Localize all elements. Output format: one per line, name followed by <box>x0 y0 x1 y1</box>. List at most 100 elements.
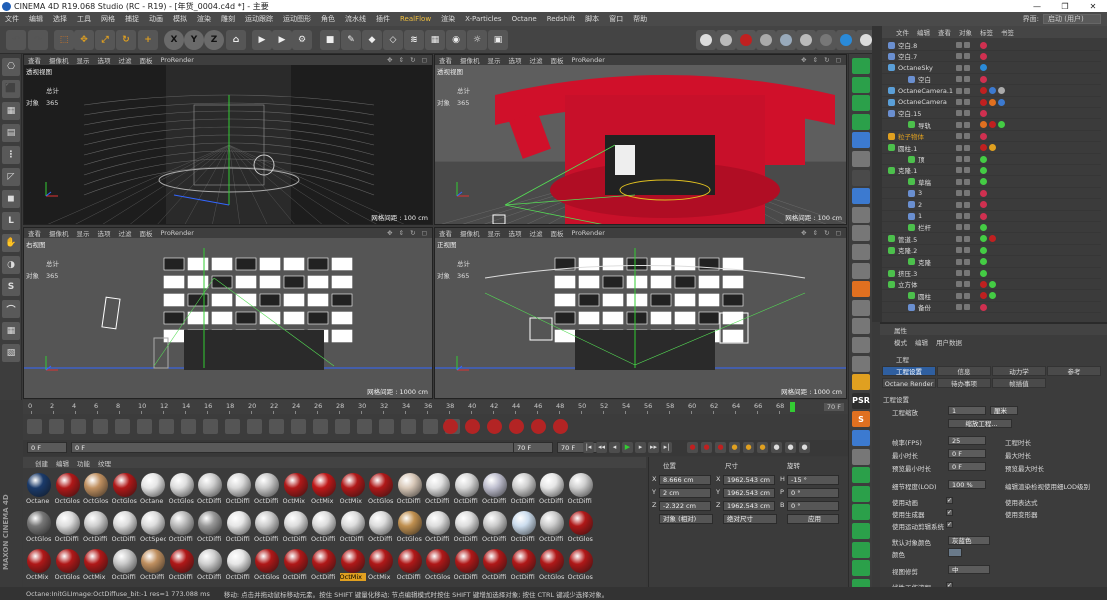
attribute-menu-item[interactable]: 模式 <box>894 337 907 347</box>
viewport-menu-item[interactable]: 显示 <box>488 228 501 238</box>
material-swatch[interactable]: OctDiffi <box>311 511 337 547</box>
material-swatch[interactable]: Octane <box>26 473 52 509</box>
object-row[interactable]: 空白 <box>882 74 1101 86</box>
layout-dropdown[interactable]: 启动 (用户) <box>1043 14 1101 24</box>
attribute-tab[interactable]: Octane Render <box>882 378 936 388</box>
render-visibility-dot[interactable] <box>964 281 970 288</box>
menu-item[interactable]: 窗口 <box>604 14 628 24</box>
editor-visibility-dot[interactable] <box>956 53 962 60</box>
tag-icon[interactable] <box>980 41 987 49</box>
array-icon[interactable]: ◇ <box>383 30 403 50</box>
viewport-menu-item[interactable]: 显示 <box>77 228 90 238</box>
material-swatch[interactable]: OctSpec <box>140 511 166 547</box>
material-swatch[interactable]: OctDiffi <box>226 511 252 547</box>
attribute-tab[interactable]: 参考 <box>1047 366 1101 376</box>
next-frame-icon[interactable]: ▸ <box>635 442 646 453</box>
material-swatch[interactable]: OctGlos <box>568 549 594 585</box>
pen-icon[interactable]: ✎ <box>341 30 361 50</box>
polygons-mode-icon[interactable]: ◼ <box>2 190 20 208</box>
green-cube-icon-3[interactable] <box>852 504 870 521</box>
color-swatch[interactable] <box>948 548 962 557</box>
tag-icon[interactable] <box>998 98 1005 106</box>
material-swatch[interactable]: OctDiffi <box>197 549 223 585</box>
object-tags[interactable] <box>980 223 987 231</box>
object-visibility[interactable] <box>956 304 970 311</box>
camera-icon[interactable]: ◉ <box>446 30 466 50</box>
material-swatch[interactable]: OctDiffi <box>169 549 195 585</box>
end-frame-field[interactable]: 70 F <box>513 442 553 453</box>
material-swatch[interactable]: OctDiffi <box>482 511 508 547</box>
render-visibility-dot[interactable] <box>964 270 970 276</box>
add-icon[interactable]: + <box>138 30 158 50</box>
use-motion-system-checkbox[interactable]: ✓ <box>946 521 953 528</box>
material-swatch[interactable]: OctGlos <box>568 511 594 547</box>
octane-record-icon[interactable] <box>736 30 756 50</box>
material-swatch[interactable]: OctGlos <box>169 473 195 509</box>
object-menu-item[interactable]: 查看 <box>938 27 951 37</box>
render-visibility-dot[interactable] <box>964 42 970 48</box>
subdivision-icon[interactable]: ◆ <box>362 30 382 50</box>
editor-visibility-dot[interactable] <box>956 190 962 197</box>
object-tags[interactable] <box>980 189 987 197</box>
material-swatch[interactable]: OctMix <box>339 549 366 585</box>
material-swatch[interactable]: OctDiffi <box>425 511 451 547</box>
tag-icon[interactable] <box>980 246 987 254</box>
material-swatch[interactable]: OctMix <box>26 549 52 585</box>
minimize-button[interactable]: — <box>1023 2 1051 11</box>
editor-visibility-dot[interactable] <box>956 76 962 83</box>
material-swatch[interactable]: OctDiffi <box>454 549 480 585</box>
tag-icon[interactable] <box>980 178 987 186</box>
axis-y-toggle[interactable]: Y <box>184 30 204 50</box>
object-visibility[interactable] <box>956 213 970 219</box>
bone-icon[interactable] <box>852 206 870 223</box>
rotation-field[interactable]: 0 ° <box>787 488 839 498</box>
viewport-menu-item[interactable]: 显示 <box>488 55 501 65</box>
object-row[interactable]: 粒子物体 <box>882 131 1101 143</box>
object-tags[interactable] <box>980 280 996 288</box>
render-visibility-dot[interactable] <box>964 110 970 117</box>
attribute-field[interactable]: 厘米 <box>990 406 1018 415</box>
object-visibility[interactable] <box>956 190 970 197</box>
axis-icon[interactable]: ✋ <box>2 234 20 252</box>
light-icon[interactable]: ☼ <box>467 30 487 50</box>
editor-visibility-dot[interactable] <box>956 304 962 311</box>
size-field[interactable]: 1962.543 cm <box>723 488 775 498</box>
tag-icon[interactable] <box>980 258 987 266</box>
material-swatch[interactable]: OctGlos <box>112 473 138 509</box>
viewport-menu-item[interactable]: 选项 <box>98 228 111 238</box>
editor-visibility-dot[interactable] <box>956 121 962 128</box>
play-icon[interactable]: ▶ <box>622 442 633 453</box>
size-field[interactable]: 1962.543 cm <box>723 475 775 485</box>
object-visibility[interactable] <box>956 201 970 208</box>
render-visibility-dot[interactable] <box>964 213 970 219</box>
anim-tool-icon[interactable] <box>159 419 174 434</box>
render-visibility-dot[interactable] <box>964 247 970 254</box>
object-visibility[interactable] <box>956 42 970 48</box>
object-visibility[interactable] <box>956 133 970 140</box>
object-tags[interactable] <box>980 166 987 174</box>
tag-icon[interactable] <box>989 280 996 288</box>
editor-visibility-dot[interactable] <box>956 133 962 140</box>
object-visibility[interactable] <box>956 76 970 83</box>
editor-visibility-dot[interactable] <box>956 292 962 299</box>
editor-visibility-dot[interactable] <box>956 224 962 231</box>
object-tags[interactable] <box>980 269 987 277</box>
anim-tool-icon[interactable] <box>115 419 130 434</box>
editor-visibility-dot[interactable] <box>956 167 962 174</box>
param-key-icon[interactable]: ● <box>785 442 796 453</box>
object-row[interactable]: OctaneCamera.1 <box>882 86 1101 97</box>
material-swatch[interactable]: OctDiffi <box>511 473 537 509</box>
prev-frame-icon[interactable]: ◂ <box>609 442 620 453</box>
object-visibility[interactable] <box>956 235 970 242</box>
tag-icon[interactable] <box>998 87 1005 95</box>
render-settings-icon[interactable]: ⚙ <box>292 30 312 50</box>
prev-key-icon[interactable]: ◂◂ <box>596 442 607 453</box>
menu-item[interactable]: 文件 <box>0 14 24 24</box>
keyframe-record-icon[interactable] <box>531 419 546 434</box>
tag-icon[interactable] <box>980 52 987 60</box>
object-tags[interactable] <box>980 52 987 60</box>
editor-visibility-dot[interactable] <box>956 144 962 151</box>
attribute-field[interactable]: 中 <box>948 565 990 574</box>
attribute-field[interactable]: 0 F <box>948 449 986 458</box>
attribute-tab[interactable]: 待办事项 <box>937 378 991 388</box>
